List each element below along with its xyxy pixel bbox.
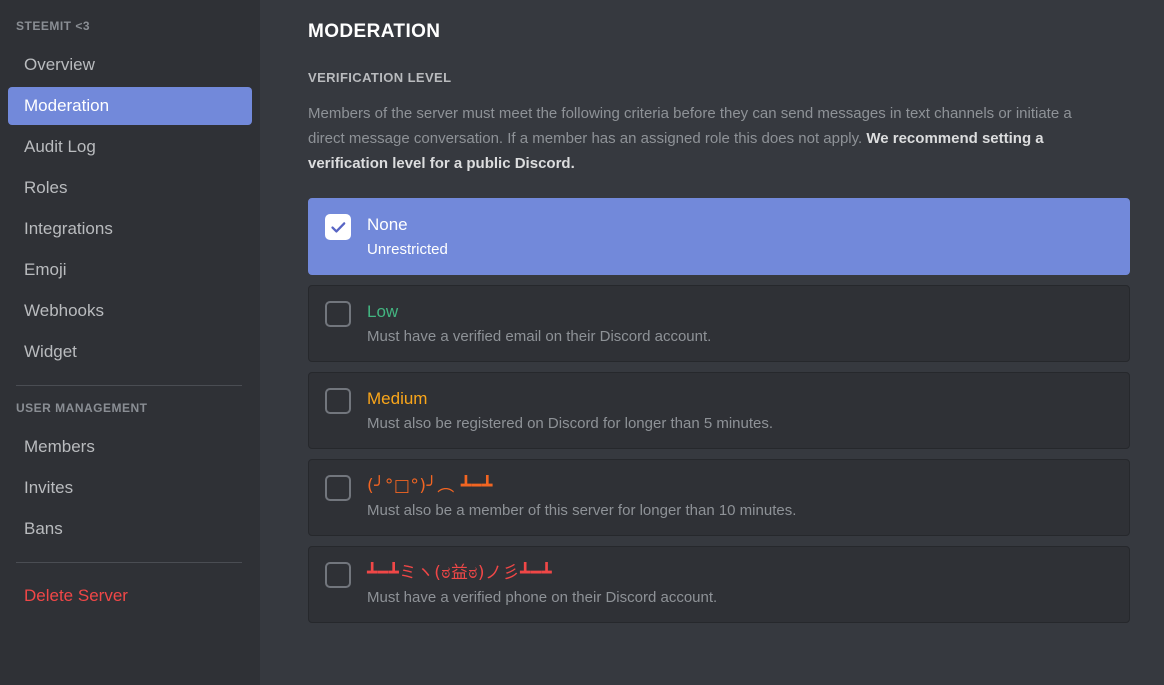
checkbox-checked[interactable] bbox=[325, 214, 351, 240]
verification-level-description: Members of the server must meet the foll… bbox=[308, 101, 1108, 176]
checkbox-unchecked[interactable] bbox=[325, 388, 351, 414]
sidebar-user-management-header: USER MANAGEMENT bbox=[16, 401, 148, 415]
checkbox-unchecked[interactable] bbox=[325, 301, 351, 327]
verification-option-description: Must also be registered on Discord for l… bbox=[367, 415, 774, 432]
sidebar-item-bans[interactable]: Bans bbox=[8, 510, 252, 548]
verification-option[interactable]: Medium Must also be registered on Discord… bbox=[308, 372, 1130, 449]
verification-option[interactable]: (╯°□°)╯︵ ┻━┻ Must also be a member of thi… bbox=[308, 459, 1130, 536]
sidebar-item-audit-log[interactable]: Audit Log bbox=[8, 128, 252, 166]
sidebar-item-invites[interactable]: Invites bbox=[8, 469, 252, 507]
sidebar-item-overview[interactable]: Overview bbox=[8, 46, 252, 84]
checkbox-unchecked[interactable] bbox=[325, 562, 351, 588]
checkbox-unchecked[interactable] bbox=[325, 475, 351, 501]
verification-option-title: (╯°□°)╯︵ ┻━┻ bbox=[367, 476, 493, 496]
verification-option[interactable]: ┻━┻ミヽ(ಠ益ಠ)ノ彡┻━┻ Must have a verified phon… bbox=[308, 546, 1130, 623]
sidebar-item-moderation[interactable]: Moderation bbox=[8, 87, 252, 125]
sidebar-item-webhooks[interactable]: Webhooks bbox=[8, 292, 252, 330]
sidebar-nav-list: Overview Moderation Audit Log Roles Integrat… bbox=[0, 46, 260, 371]
sidebar-divider-1 bbox=[16, 385, 242, 386]
verification-level-options: None Unrestricted Low Must have a verified … bbox=[308, 198, 1134, 633]
sidebar-item-emoji[interactable]: Emoji bbox=[8, 251, 252, 289]
settings-sidebar: STEEMIT <3 Overview Moderation Audit Log Ro… bbox=[0, 0, 260, 685]
sidebar-item-delete-server[interactable]: Delete Server bbox=[8, 577, 252, 615]
verification-option-description: Must have a verified phone on their Disc… bbox=[367, 589, 718, 606]
sidebar-user-list: Members Invites Bans bbox=[0, 428, 260, 548]
verification-option-title: None bbox=[367, 215, 408, 234]
page-title: MODERATION bbox=[308, 21, 441, 42]
verification-option-description: Unrestricted bbox=[367, 241, 448, 258]
verification-option[interactable]: None Unrestricted bbox=[308, 198, 1130, 275]
verification-option[interactable]: Low Must have a verified email on their D… bbox=[308, 285, 1130, 362]
sidebar-item-widget[interactable]: Widget bbox=[8, 333, 252, 371]
moderation-panel: MODERATION VERIFICATION LEVEL Members of… bbox=[260, 0, 1164, 685]
verification-option-title: ┻━┻ミヽ(ಠ益ಠ)ノ彡┻━┻ bbox=[367, 563, 553, 583]
verification-option-description: Must also be a member of this server for… bbox=[367, 502, 797, 519]
sidebar-server-header: STEEMIT <3 bbox=[16, 19, 91, 33]
settings-window: STEEMIT <3 Overview Moderation Audit Log Ro… bbox=[0, 0, 1164, 685]
sidebar-item-roles[interactable]: Roles bbox=[8, 169, 252, 207]
check-icon bbox=[330, 221, 345, 233]
verification-level-label: VERIFICATION LEVEL bbox=[308, 70, 452, 85]
sidebar-item-members[interactable]: Members bbox=[8, 428, 252, 466]
sidebar-item-integrations[interactable]: Integrations bbox=[8, 210, 252, 248]
sidebar-divider-2 bbox=[16, 562, 242, 563]
verification-option-title: Medium bbox=[367, 389, 428, 408]
verification-option-description: Must have a verified email on their Disc… bbox=[367, 328, 712, 345]
verification-option-title: Low bbox=[367, 302, 399, 321]
